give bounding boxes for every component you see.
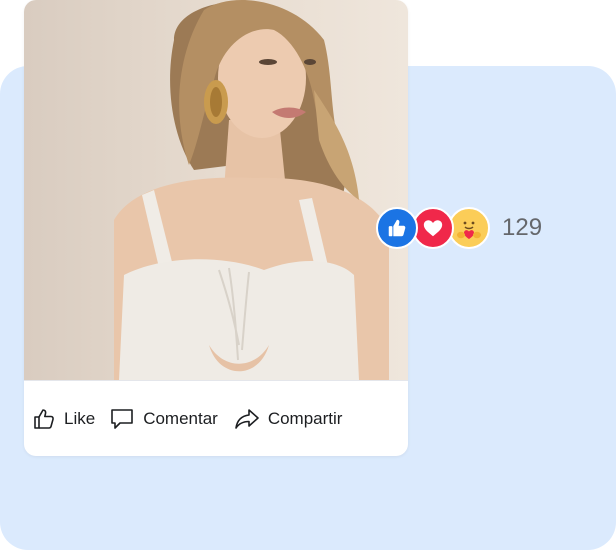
like-reaction-icon <box>376 207 418 249</box>
love-reaction-icon <box>412 207 454 249</box>
comment-button[interactable]: Comentar <box>109 399 218 439</box>
model-illustration <box>114 0 389 380</box>
comment-label: Comentar <box>143 408 218 428</box>
share-icon <box>234 407 268 431</box>
share-label: Compartir <box>267 408 343 428</box>
like-button[interactable]: Like <box>32 399 95 439</box>
reaction-count: 129 <box>502 214 543 241</box>
share-button[interactable]: Compartir <box>234 399 343 439</box>
comment-icon <box>109 406 143 432</box>
thumbs-up-icon <box>32 407 64 431</box>
post-actions-bar: Like Comentar Compartir <box>24 381 408 456</box>
post-photo[interactable] <box>24 0 408 380</box>
post-card: Like Comentar Compartir <box>24 0 408 456</box>
reactions-summary[interactable]: 129 <box>376 207 542 249</box>
care-reaction-icon <box>448 207 490 249</box>
like-label: Like <box>64 408 96 428</box>
